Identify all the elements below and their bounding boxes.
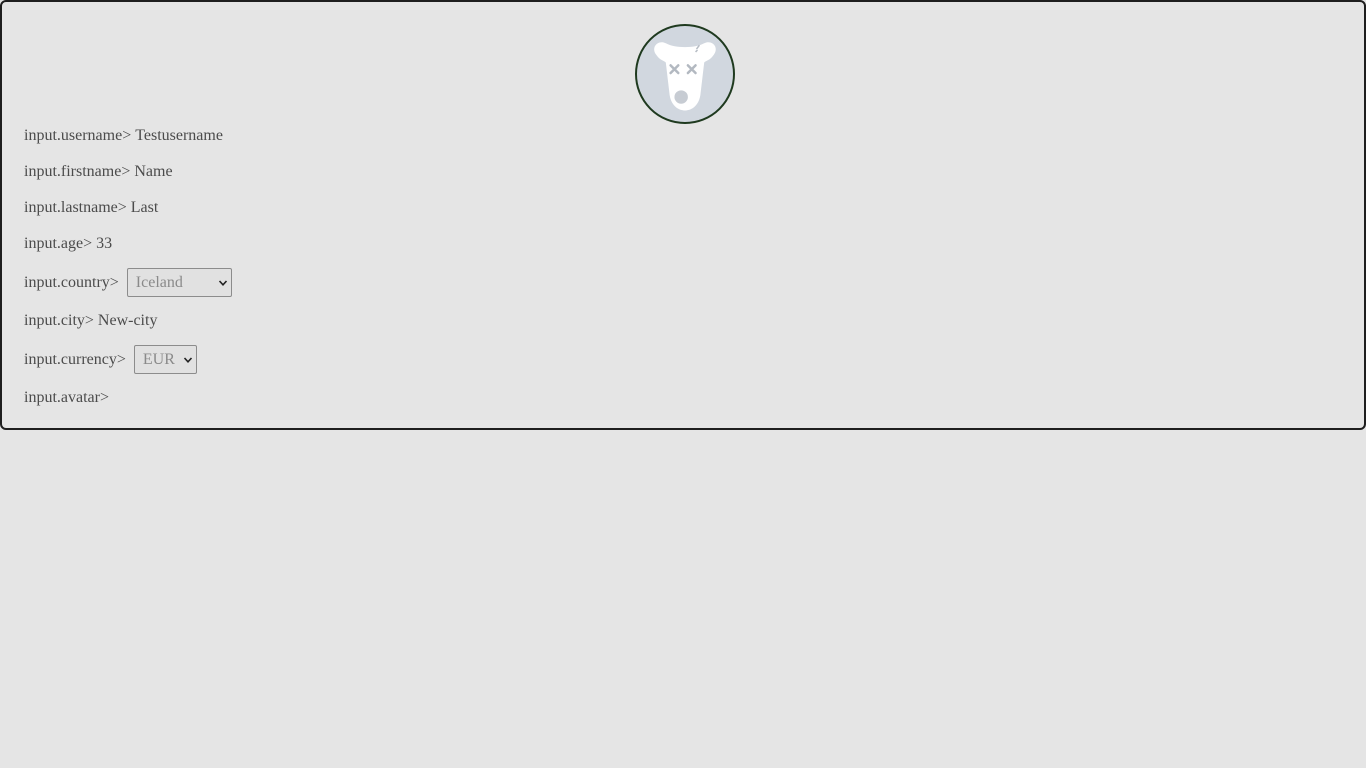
- firstname-row: input.firstname> Name: [24, 160, 173, 184]
- username-value[interactable]: Testusername: [135, 127, 223, 145]
- currency-selected-value: EUR: [142, 350, 175, 368]
- dead-dog-icon: [654, 42, 716, 111]
- currency-row: input.currency> EUR: [24, 345, 197, 374]
- firstname-label: input.firstname>: [24, 163, 131, 180]
- city-row: input.city> New-city: [24, 309, 157, 333]
- country-row: input.country> Iceland: [24, 268, 232, 297]
- username-label: input.username>: [24, 127, 132, 144]
- currency-select[interactable]: EUR: [133, 345, 197, 374]
- country-selected-value: Iceland: [135, 273, 183, 291]
- age-row: input.age> 33: [24, 232, 112, 256]
- city-value[interactable]: New-city: [98, 312, 158, 330]
- country-label: input.country>: [24, 273, 119, 291]
- chevron-down-icon: [183, 355, 193, 365]
- avatar-row: input.avatar>: [24, 386, 109, 410]
- profile-panel: input.username> Testusername input.first…: [0, 0, 1366, 430]
- age-label: input.age>: [24, 235, 93, 252]
- city-label: input.city>: [24, 312, 94, 329]
- currency-label: input.currency>: [24, 350, 126, 368]
- lastname-row: input.lastname> Last: [24, 196, 158, 220]
- firstname-value[interactable]: Name: [134, 163, 172, 181]
- username-row: input.username> Testusername: [24, 124, 223, 148]
- country-select[interactable]: Iceland: [126, 268, 232, 297]
- lastname-value[interactable]: Last: [131, 199, 159, 217]
- lastname-label: input.lastname>: [24, 199, 127, 216]
- chevron-down-icon: [218, 278, 228, 288]
- age-value[interactable]: 33: [96, 235, 112, 253]
- avatar[interactable]: [635, 24, 735, 124]
- avatar-label: input.avatar>: [24, 389, 109, 406]
